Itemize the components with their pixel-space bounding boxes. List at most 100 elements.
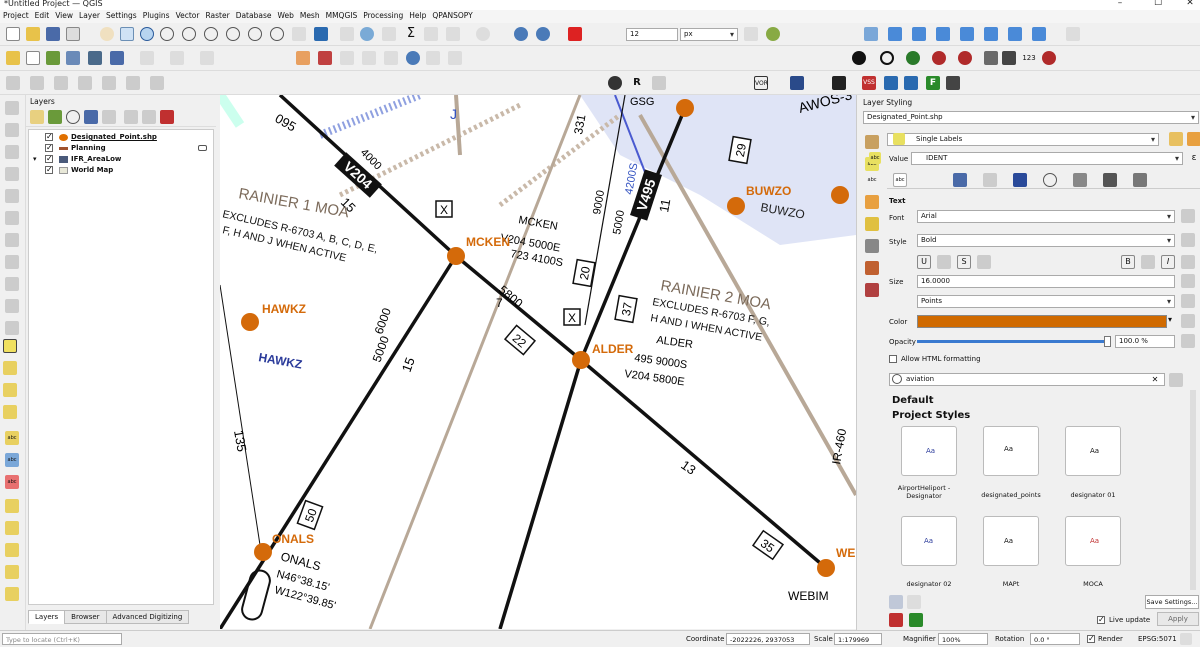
- identify-icon[interactable]: [360, 27, 374, 41]
- tab-browser[interactable]: Browser: [64, 610, 107, 624]
- numbering-icon[interactable]: 123: [1022, 51, 1036, 65]
- gallery-scrollbar[interactable]: [1190, 390, 1196, 590]
- placement-tab-icon[interactable]: [1103, 173, 1117, 187]
- tool-label-5-icon[interactable]: [5, 587, 19, 601]
- layout-manager-icon[interactable]: [448, 51, 462, 65]
- refresh-icon[interactable]: [314, 27, 328, 41]
- tool-abc-icon[interactable]: abc: [5, 431, 19, 445]
- aviation-icon[interactable]: [790, 76, 804, 90]
- layer-visibility-checkbox[interactable]: [45, 153, 53, 164]
- simplify-icon[interactable]: [78, 76, 92, 90]
- menu-mesh[interactable]: Mesh: [297, 10, 323, 20]
- sigma-icon[interactable]: Σ: [404, 27, 418, 41]
- style-manager-icon[interactable]: [1169, 132, 1183, 146]
- italic-button[interactable]: I: [1161, 255, 1175, 269]
- color-swatch-button[interactable]: [917, 315, 1167, 328]
- select-form-icon[interactable]: [340, 51, 354, 65]
- tool-label-1-icon[interactable]: [5, 499, 19, 513]
- tool-paste-icon[interactable]: [5, 277, 19, 291]
- menu-settings[interactable]: Settings: [103, 10, 140, 20]
- style-card-designator-01[interactable]: Aa: [1065, 426, 1121, 476]
- label-props-icon[interactable]: [1008, 27, 1022, 41]
- tool-copy-icon[interactable]: [5, 255, 19, 269]
- coordinate-value[interactable]: -2022226, 2937053: [726, 633, 810, 645]
- filter-legend-icon[interactable]: [102, 110, 116, 124]
- attribute-table-icon[interactable]: [382, 27, 396, 41]
- curve-icon[interactable]: [932, 51, 946, 65]
- add-part-icon[interactable]: [126, 76, 140, 90]
- curve-2-icon[interactable]: [958, 51, 972, 65]
- designated-point-top[interactable]: [676, 99, 694, 117]
- layer-visibility-checkbox[interactable]: [45, 164, 53, 175]
- menu-mmqgis[interactable]: MMQGIS: [323, 10, 361, 20]
- shape-icon[interactable]: [906, 51, 920, 65]
- rotate-feature-icon[interactable]: [54, 76, 68, 90]
- rendering-sub-tab-icon[interactable]: [1133, 173, 1147, 187]
- layer-select[interactable]: Designated_Point.shp: [863, 111, 1199, 124]
- tool-abc-2-icon[interactable]: abc: [5, 453, 19, 467]
- add-ring-icon[interactable]: [102, 76, 116, 90]
- f-plugin-icon[interactable]: F: [926, 76, 940, 90]
- r-tool-icon[interactable]: R: [630, 76, 644, 90]
- rotation-value[interactable]: 0.0 °: [1030, 633, 1080, 645]
- layer-row-planning[interactable]: Planning: [29, 142, 213, 154]
- tool-select-icon[interactable]: [3, 339, 17, 353]
- tool-add-icon[interactable]: [5, 167, 19, 181]
- tracing-icon[interactable]: [766, 27, 780, 41]
- globe-icon[interactable]: [514, 27, 528, 41]
- menu-plugins[interactable]: Plugins: [140, 10, 173, 20]
- zoom-in-icon[interactable]: [140, 27, 154, 41]
- redo-style-icon[interactable]: [909, 613, 923, 627]
- value-field-select[interactable]: IDENT: [911, 152, 1183, 165]
- render-checkbox[interactable]: ✓: [1087, 635, 1095, 643]
- strikeout-button[interactable]: S: [957, 255, 971, 269]
- history-tab-icon[interactable]: [865, 261, 879, 275]
- bold-override-icon[interactable]: [1141, 255, 1155, 269]
- label-mode-select[interactable]: Single Labels: [887, 133, 1159, 146]
- rotate-label-icon[interactable]: [960, 27, 974, 41]
- filter-icon[interactable]: [84, 110, 98, 124]
- ruler-icon[interactable]: [446, 27, 460, 41]
- font-select[interactable]: Arial: [917, 210, 1175, 223]
- buffer-tab-icon[interactable]: [953, 173, 967, 187]
- apply-button[interactable]: Apply: [1157, 612, 1199, 626]
- remove-layer-icon[interactable]: [160, 110, 174, 124]
- select-location-icon[interactable]: [384, 51, 398, 65]
- color-override-icon[interactable]: [1181, 314, 1195, 328]
- print-layout-icon[interactable]: [66, 27, 80, 41]
- scale-value[interactable]: 1:179969: [834, 633, 882, 645]
- magnifier-value[interactable]: 100%: [938, 633, 988, 645]
- crs-button[interactable]: EPSG:5071: [1138, 635, 1177, 643]
- diagram-icon[interactable]: [1032, 27, 1046, 41]
- style-card-designated-points[interactable]: Aa: [983, 426, 1039, 476]
- fill-ring-icon[interactable]: [150, 76, 164, 90]
- tool-vertex-icon[interactable]: [5, 189, 19, 203]
- map-tips-icon[interactable]: [476, 27, 490, 41]
- target-icon[interactable]: [880, 51, 894, 65]
- tool-cut-icon[interactable]: [5, 233, 19, 247]
- background-tab-icon[interactable]: [1013, 173, 1027, 187]
- menu-database[interactable]: Database: [233, 10, 275, 20]
- minimize-icon[interactable]: –: [1110, 0, 1130, 8]
- save-settings-button[interactable]: Save Settings...: [1145, 595, 1199, 609]
- temporal-icon[interactable]: [340, 27, 354, 41]
- tab-layers[interactable]: Layers: [28, 610, 66, 624]
- strikeout-override-icon[interactable]: [977, 255, 991, 269]
- snapping-size-input[interactable]: 12: [626, 28, 678, 41]
- size-override-icon[interactable]: [1181, 274, 1195, 288]
- designated-point-alder[interactable]: ALDER: [572, 342, 634, 369]
- open-field-calc-icon[interactable]: [406, 51, 420, 65]
- opacity-slider-handle[interactable]: [1104, 336, 1111, 347]
- advanced-digitize-icon[interactable]: [6, 76, 20, 90]
- tool-delete-icon[interactable]: [5, 211, 19, 225]
- tool-edit-icon[interactable]: [5, 123, 19, 137]
- formatting-tab-icon[interactable]: [923, 173, 937, 187]
- topology-icon[interactable]: [744, 27, 758, 41]
- pan-to-selection-icon[interactable]: [120, 27, 134, 41]
- style-card-moca[interactable]: Aa: [1065, 516, 1121, 566]
- layer-row-designated-point[interactable]: Designated_Point.shp: [29, 131, 213, 143]
- unit-override-icon[interactable]: [1181, 294, 1195, 308]
- save-project-icon[interactable]: [46, 27, 60, 41]
- change-label-icon[interactable]: [984, 27, 998, 41]
- designated-point-we[interactable]: WE: [817, 546, 855, 577]
